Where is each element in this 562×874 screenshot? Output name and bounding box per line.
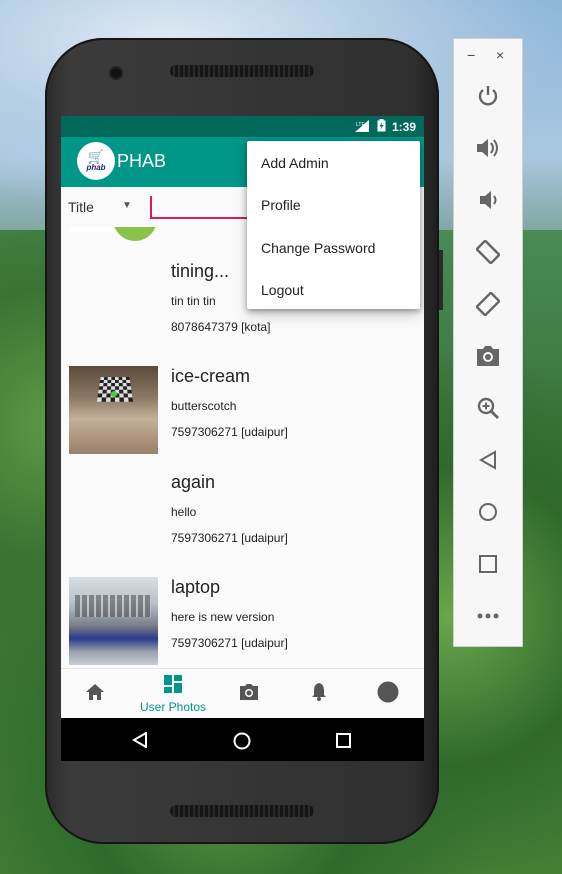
- close-button[interactable]: ×: [496, 47, 504, 63]
- recents-icon[interactable]: [336, 733, 351, 753]
- nav-user-photos[interactable]: User Photos: [133, 669, 213, 719]
- post-phone: 7597306271 [udaipur]: [171, 425, 288, 439]
- volume-side-button: [439, 250, 443, 310]
- emulator-toolbar: − ×: [453, 38, 523, 647]
- home-circle-outline-icon[interactable]: [475, 499, 501, 525]
- device-screen: LTE 1:39 🛒 phab PHAB Title ▼ tining... t…: [61, 116, 424, 761]
- nav-camera[interactable]: [229, 669, 269, 719]
- back-icon[interactable]: [132, 731, 148, 753]
- clock: 1:39: [391, 120, 416, 134]
- rotate-right-icon[interactable]: [475, 291, 501, 317]
- menu-item-add-admin[interactable]: Add Admin: [261, 155, 329, 171]
- power-icon[interactable]: [475, 83, 501, 109]
- back-triangle-icon[interactable]: [475, 447, 501, 473]
- nav-notifications[interactable]: [299, 669, 339, 719]
- signal-icon: LTE: [354, 119, 371, 135]
- status-bar: LTE 1:39: [61, 116, 424, 137]
- filter-select[interactable]: Title: [68, 199, 94, 215]
- svg-text:LTE: LTE: [356, 122, 365, 128]
- nav-home[interactable]: [75, 669, 115, 719]
- dashboard-icon: [164, 674, 182, 698]
- post-thumbnail: [69, 577, 158, 665]
- post-description: here is new version: [171, 610, 275, 624]
- caret-down-icon[interactable]: ▼: [122, 200, 132, 211]
- nav-user-photos-label: User Photos: [139, 699, 207, 714]
- post-phone: 7597306271 [udaipur]: [171, 636, 288, 650]
- bottom-navigation: User Photos: [61, 668, 424, 719]
- system-navigation-bar: [61, 718, 424, 761]
- menu-item-profile[interactable]: Profile: [261, 197, 301, 213]
- front-camera: [111, 68, 121, 78]
- more-dots-icon[interactable]: [475, 603, 501, 629]
- post-phone: 8078647379 [kota]: [171, 320, 271, 334]
- post-title: again: [171, 472, 216, 492]
- post-phone: 7597306271 [udaipur]: [171, 531, 288, 545]
- post-thumbnail: [69, 366, 158, 454]
- camera-icon: [239, 683, 259, 705]
- post-description: butterscotch: [171, 399, 237, 413]
- list-item[interactable]: laptop here is new version 7597306271 [u…: [61, 577, 424, 668]
- cart-icon: 🛒: [87, 149, 105, 164]
- app-title: PHAB: [117, 151, 167, 171]
- light-dot: [111, 391, 117, 397]
- screenshot-camera-icon[interactable]: [475, 343, 501, 369]
- bottom-speaker: [170, 805, 314, 817]
- post-thumbnail-blank: [69, 472, 158, 560]
- profile-circle-icon: [377, 681, 399, 708]
- home-icon: [86, 683, 104, 705]
- menu-item-change-password[interactable]: Change Password: [261, 240, 375, 256]
- overflow-menu: Add Admin Profile Change Password Logout: [247, 141, 420, 309]
- logo-text: phab: [86, 163, 106, 172]
- rotate-left-icon[interactable]: [475, 239, 501, 265]
- search-cursor: [150, 196, 152, 217]
- list-item[interactable]: again hello 7597306271 [udaipur]: [61, 472, 424, 578]
- volume-down-icon[interactable]: [475, 187, 501, 213]
- volume-up-icon[interactable]: [475, 135, 501, 161]
- post-title: tining...: [171, 261, 230, 281]
- menu-item-logout[interactable]: Logout: [261, 282, 304, 298]
- thumbnail-partial: [69, 227, 113, 232]
- list-item[interactable]: ice-cream butterscotch 7597306271 [udaip…: [61, 366, 424, 472]
- post-description: hello: [171, 505, 197, 519]
- bell-icon: [311, 682, 327, 706]
- ceiling-pattern: [96, 377, 134, 402]
- home-circle-icon[interactable]: [233, 732, 251, 755]
- zoom-icon[interactable]: [475, 395, 501, 421]
- keyboard-pattern: [75, 595, 151, 617]
- post-title: ice-cream: [171, 366, 251, 386]
- top-speaker: [170, 65, 314, 77]
- nav-profile[interactable]: [368, 669, 408, 719]
- battery-icon: [377, 119, 386, 135]
- post-description: tin tin tin: [171, 294, 216, 308]
- minimize-button[interactable]: −: [467, 47, 475, 63]
- avatar-partial: [113, 227, 157, 241]
- post-title: laptop: [171, 577, 221, 597]
- app-logo: 🛒 phab: [77, 142, 115, 180]
- overview-square-icon[interactable]: [475, 551, 501, 577]
